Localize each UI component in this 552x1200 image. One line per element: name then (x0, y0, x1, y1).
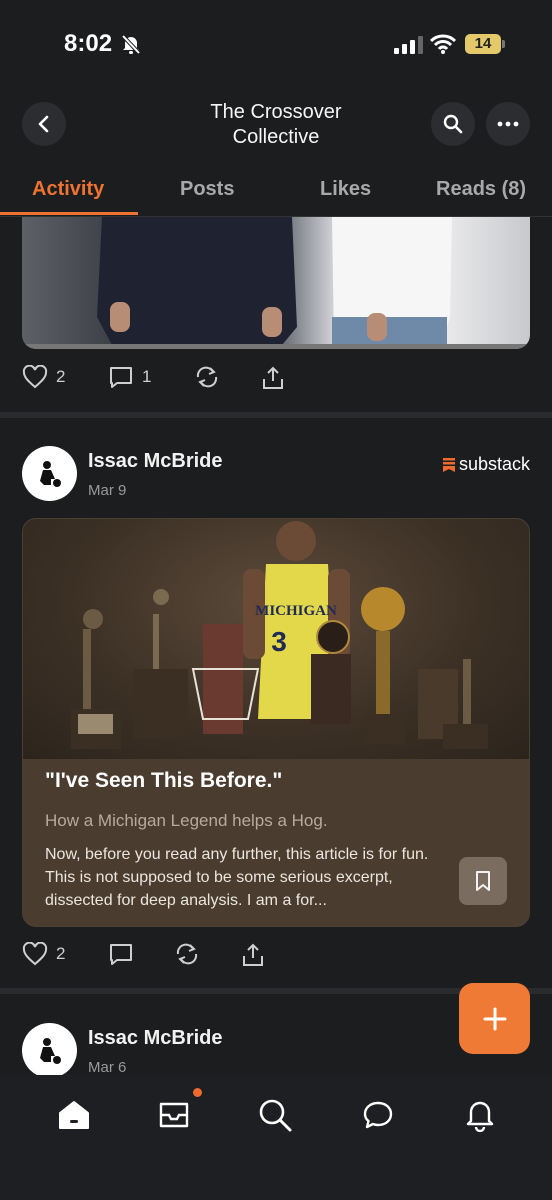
chat-bubble-icon (363, 1101, 393, 1129)
comment-count: 1 (142, 367, 152, 386)
restack-icon (176, 943, 198, 965)
post-image-figures (22, 217, 530, 349)
ellipsis-icon (497, 121, 519, 127)
article-card[interactable]: MICHIGAN 3 "I've Seen This Before." How … (22, 518, 530, 927)
tab-activity[interactable]: Activity (32, 178, 104, 201)
author-name[interactable]: Issac McBride (88, 1027, 223, 1050)
article-title: "I've Seen This Before." (45, 769, 283, 792)
page-title-line-2: Collective (232, 126, 320, 148)
bell-icon (466, 1101, 494, 1132)
post-date: Mar 6 (88, 1059, 127, 1075)
post-date: Mar 9 (88, 482, 127, 499)
profile-tabs: Activity Posts Likes Reads (8) (0, 168, 552, 217)
avatar[interactable] (22, 1023, 77, 1075)
status-bar: 8:02 14 (0, 0, 552, 88)
jersey-text: MICHIGAN (255, 603, 337, 619)
jersey-number: 3 (271, 626, 287, 657)
basketball-player-logo-icon (39, 1037, 61, 1064)
search-icon (443, 114, 463, 134)
post-actions: 2 (22, 942, 422, 976)
like-button[interactable]: 2 (22, 365, 65, 389)
inbox-icon (159, 1102, 189, 1128)
bookmark-icon (476, 871, 490, 891)
activity-feed[interactable]: 2 1 Issac McBride Mar 9 substack MICHIGA… (0, 217, 552, 1075)
share-icon (243, 943, 263, 966)
home-icon (59, 1101, 89, 1129)
nav-chat[interactable] (358, 1095, 398, 1135)
nav-home[interactable] (54, 1095, 94, 1135)
like-button[interactable]: 2 (22, 942, 65, 966)
like-count: 2 (56, 367, 66, 386)
nav-search[interactable] (255, 1095, 295, 1135)
compose-button[interactable] (459, 983, 530, 1054)
search-icon (259, 1099, 292, 1132)
status-time: 8:02 (64, 30, 113, 57)
post-header: Issac McBride Mar 9 substack (22, 446, 530, 506)
wifi-icon (429, 34, 457, 59)
comment-button[interactable]: 1 (108, 365, 151, 389)
post-divider (0, 412, 552, 418)
share-button[interactable] (260, 365, 286, 391)
restack-button[interactable] (194, 365, 220, 389)
bookmark-button[interactable] (459, 857, 507, 905)
back-button[interactable] (22, 102, 66, 146)
more-options-button[interactable] (486, 102, 530, 146)
substack-logo-icon (442, 457, 455, 472)
bell-slash-icon (120, 33, 142, 60)
top-header: The Crossover Collective (0, 98, 552, 168)
plus-icon (483, 1007, 506, 1030)
post-header: Issac McBride Mar 6 (22, 1023, 530, 1075)
comment-bubble-icon (110, 944, 132, 965)
nav-inbox[interactable] (154, 1095, 194, 1135)
tab-posts[interactable]: Posts (180, 178, 234, 201)
battery-indicator: 14 (465, 34, 501, 54)
article-excerpt: Now, before you read any further, this a… (45, 846, 429, 909)
share-button[interactable] (240, 942, 266, 968)
tab-likes[interactable]: Likes (320, 178, 371, 201)
tab-reads[interactable]: Reads (8) (436, 178, 526, 201)
publication-name: substack (458, 454, 530, 474)
restack-button[interactable] (174, 942, 200, 966)
basketball-player-logo-icon (39, 460, 61, 487)
comment-bubble-icon (110, 367, 132, 388)
page-title: The Crossover Collective (150, 100, 402, 150)
heart-icon (22, 942, 48, 966)
article-cover-image: MICHIGAN 3 (23, 519, 529, 759)
battery-cap (502, 40, 505, 48)
heart-icon (22, 365, 48, 389)
inbox-notification-dot (193, 1088, 202, 1097)
article-subtitle: How a Michigan Legend helps a Hog. (45, 811, 328, 830)
author-name[interactable]: Issac McBride (88, 450, 223, 473)
comment-button[interactable] (108, 942, 134, 966)
like-count: 2 (56, 944, 66, 963)
bottom-navigation (0, 1075, 552, 1200)
search-button[interactable] (431, 102, 475, 146)
publication-badge[interactable]: substack (442, 454, 530, 475)
cellular-signal-icon (394, 36, 424, 59)
share-icon (263, 366, 283, 389)
post-actions: 2 1 (22, 365, 422, 399)
avatar[interactable] (22, 446, 77, 501)
chevron-left-icon (38, 115, 49, 133)
article-cover-illustration: MICHIGAN 3 (71, 521, 488, 749)
nav-notifications[interactable] (460, 1095, 500, 1135)
page-title-line-1: The Crossover (210, 101, 342, 123)
active-tab-indicator (0, 212, 138, 215)
post-image[interactable] (22, 217, 530, 349)
restack-icon (196, 366, 218, 388)
